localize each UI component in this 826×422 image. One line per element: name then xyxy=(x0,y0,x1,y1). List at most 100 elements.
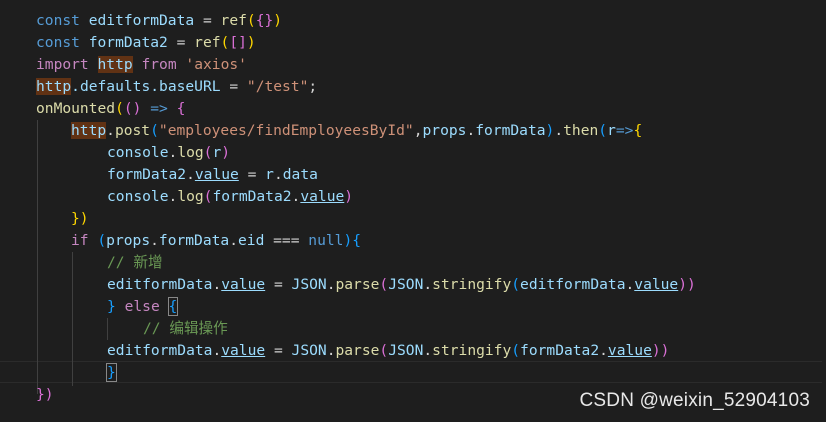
code-line-6[interactable]: http.post("employees/findEmployeesById",… xyxy=(71,120,642,142)
code-line-15[interactable]: // 编辑操作 xyxy=(143,318,228,340)
function-name: parse xyxy=(335,276,380,293)
keyword: const xyxy=(36,34,80,51)
comma: , xyxy=(413,122,423,139)
code-line-10[interactable]: }) xyxy=(71,208,89,230)
indent-guide xyxy=(107,318,108,340)
dot: . xyxy=(168,144,178,161)
code-line-16[interactable]: editformData.value = JSON.parse(JSON.str… xyxy=(107,340,669,362)
bracket: ( xyxy=(598,122,608,139)
property: baseURL xyxy=(159,78,221,95)
code-line-3[interactable]: import http from 'axios' xyxy=(36,54,247,76)
bracket: ) xyxy=(343,232,353,249)
property: data xyxy=(282,166,318,183)
function-name: then xyxy=(563,122,599,139)
bracket: ) xyxy=(246,34,256,51)
identifier: JSON xyxy=(388,342,424,359)
dot: . xyxy=(186,166,195,183)
code-line-2[interactable]: const formData2 = ref([]) xyxy=(36,32,256,54)
identifier: props xyxy=(422,122,467,139)
dot: . xyxy=(212,342,222,359)
dot: . xyxy=(273,166,283,183)
identifier: r xyxy=(607,122,616,139)
bracket: } xyxy=(107,298,116,315)
code-line-11[interactable]: if (props.formData.eid === null){ xyxy=(71,230,361,252)
code-editor[interactable]: const editformData = ref({}) const formD… xyxy=(0,0,826,422)
identifier: formData2 xyxy=(212,188,292,205)
bracket: ( xyxy=(511,342,521,359)
keyword: from xyxy=(141,56,177,73)
identifier: r xyxy=(212,144,222,161)
bracket: ) xyxy=(221,144,231,161)
code-line-13[interactable]: editformData.value = JSON.parse(JSON.str… xyxy=(107,274,696,296)
dot: . xyxy=(150,232,159,249)
bracket: ( xyxy=(379,276,389,293)
function-name: ref xyxy=(220,12,247,29)
dot: . xyxy=(423,276,433,293)
code-line-17[interactable]: } xyxy=(106,362,117,384)
identifier: r xyxy=(265,166,274,183)
function-name: ref xyxy=(194,34,221,51)
identifier: formData2 xyxy=(520,342,600,359)
keyword: if xyxy=(71,232,89,249)
identifier: props xyxy=(106,232,151,249)
code-line-18[interactable]: }) xyxy=(36,384,54,406)
bracket: [] xyxy=(229,34,247,51)
function-name: parse xyxy=(335,342,380,359)
property: formData xyxy=(475,122,546,139)
code-line-14[interactable]: } else { xyxy=(107,296,179,318)
code-line-9[interactable]: console.log(formData2.value) xyxy=(107,186,353,208)
bracket: )) xyxy=(651,342,670,359)
function-name: onMounted xyxy=(36,100,116,117)
bracket-matched: } xyxy=(106,363,117,382)
operator: = xyxy=(265,342,292,359)
dot: . xyxy=(466,122,476,139)
identifier: JSON xyxy=(291,276,327,293)
dot: . xyxy=(599,342,608,359)
identifier: editformData xyxy=(107,276,213,293)
identifier: editformData xyxy=(107,342,213,359)
dot: . xyxy=(212,276,222,293)
bracket: ) xyxy=(344,188,354,205)
bracket: ) xyxy=(273,12,283,29)
operator: === xyxy=(264,232,309,249)
identifier-highlighted: http xyxy=(97,56,133,73)
bracket: () xyxy=(123,100,142,117)
editor-scrollbar[interactable] xyxy=(822,0,826,422)
string: "/test" xyxy=(246,78,309,95)
code-line-12[interactable]: // 新增 xyxy=(107,252,163,274)
identifier-highlighted: http xyxy=(36,78,72,95)
code-line-8[interactable]: formData2.value = r.data xyxy=(107,164,318,186)
bracket: ( xyxy=(115,100,124,117)
identifier-highlighted: http xyxy=(71,122,107,139)
current-line-highlight xyxy=(0,361,822,383)
string: "employees/findEmployeesById" xyxy=(158,122,414,139)
identifier: console xyxy=(107,144,169,161)
code-line-5[interactable]: onMounted(() => { xyxy=(36,98,185,120)
dot: . xyxy=(554,122,564,139)
comment: // 编辑操作 xyxy=(143,320,228,337)
code-line-7[interactable]: console.log(r) xyxy=(107,142,230,164)
bracket: ( xyxy=(246,12,256,29)
string: 'axios' xyxy=(185,56,247,73)
arrow: => xyxy=(615,122,634,139)
comment: // 新增 xyxy=(107,254,163,271)
function-name: stringify xyxy=(432,276,512,293)
operator: = xyxy=(194,12,221,29)
indent-guide xyxy=(72,252,73,386)
identifier: JSON xyxy=(388,276,424,293)
code-line-4[interactable]: http.defaults.baseURL = "/test"; xyxy=(36,76,317,98)
code-line-1[interactable]: const editformData = ref({}) xyxy=(36,10,282,32)
property: eid xyxy=(238,232,265,249)
identifier: formData2 xyxy=(107,166,187,183)
bracket: ( xyxy=(220,34,230,51)
function-name: stringify xyxy=(432,342,512,359)
bracket: { xyxy=(633,122,643,139)
property: value xyxy=(221,276,266,293)
identifier: editformData xyxy=(88,12,195,29)
dot: . xyxy=(229,232,238,249)
watermark: CSDN @weixin_52904103 xyxy=(579,390,810,411)
bracket: }) xyxy=(71,210,89,227)
